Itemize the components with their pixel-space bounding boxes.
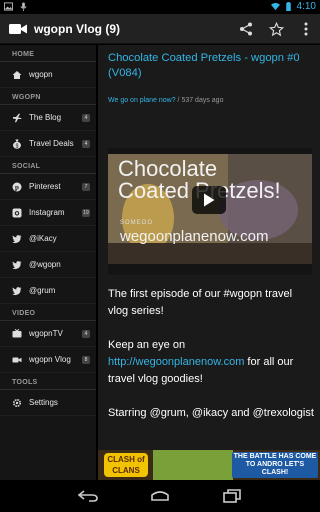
play-icon <box>204 193 215 207</box>
feed-link[interactable]: We go on plane now? <box>108 97 176 104</box>
sidebar-item-label: Travel Deals <box>29 139 74 148</box>
back-icon <box>78 490 98 502</box>
overflow-menu-button[interactable] <box>296 19 316 39</box>
svg-text:$: $ <box>15 143 18 149</box>
video-overlay-site: wegoonplanenow.com <box>120 228 269 245</box>
sidebar-item-label: Instagram <box>29 208 65 217</box>
video-player[interactable]: Chocolate Coated Pretzels! SOMEOO wegoon… <box>108 148 312 275</box>
video-overlay-small: SOMEOO <box>120 220 154 226</box>
play-button[interactable] <box>192 186 226 214</box>
sidebar-item-wgopn[interactable]: wgopn <box>0 62 96 88</box>
post-paragraph: The first episode of our #wgopn travel v… <box>108 288 293 317</box>
action-bar: wgopn Vlog (9) <box>0 14 320 44</box>
instagram-icon <box>11 207 22 218</box>
sidebar-item-label: wgopn Vlog <box>29 355 71 364</box>
count-badge: 4 <box>82 114 90 122</box>
sidebar-item-wgopn-vlog[interactable]: wgopn Vlog 8 <box>0 347 96 373</box>
sidebar-item-instagram[interactable]: Instagram 19 <box>0 200 96 226</box>
post-title: Chocolate Coated Pretzels - wgopn #0 (V0… <box>108 52 300 79</box>
sidebar-item-label: The Blog <box>29 113 62 122</box>
ad-banner[interactable]: CLASH of CLANS THE BATTLE HAS COME TO AN… <box>98 450 320 480</box>
count-badge: 7 <box>82 183 90 191</box>
twitter-icon <box>11 285 22 296</box>
ad-artwork <box>153 450 233 480</box>
sidebar-item-wgopntv[interactable]: wgopnTV 4 <box>0 321 96 347</box>
post-body: The first episode of our #wgopn travel v… <box>108 286 314 439</box>
sidebar-item-label: @iKacy <box>29 234 57 243</box>
home-icon <box>11 69 22 80</box>
recents-button[interactable] <box>220 486 244 506</box>
money-bag-icon: $ <box>11 138 22 149</box>
section-header-wgopn: WGOPN <box>0 91 96 105</box>
share-button[interactable] <box>236 19 256 39</box>
recents-icon <box>223 489 241 503</box>
sidebar-item-label: wgopnTV <box>29 329 63 338</box>
favorite-button[interactable] <box>266 19 286 39</box>
home-icon <box>151 491 169 501</box>
navigation-drawer: HOME wgopn WGOPN The Blog 4 $ Travel Dea… <box>0 45 97 480</box>
section-header-video: VIDEO <box>0 307 96 321</box>
sidebar-item-travel-deals[interactable]: $ Travel Deals 4 <box>0 131 96 157</box>
sidebar-item-pinterest[interactable]: p Pinterest 7 <box>0 174 96 200</box>
status-bar: 4:10 <box>0 0 320 14</box>
ad-headline: THE BATTLE HAS COME TO ANDRO LET'S CLASH… <box>232 452 318 478</box>
twitter-icon <box>11 259 22 270</box>
battery-icon <box>285 2 291 11</box>
sidebar-item-label: @grum <box>29 286 56 295</box>
airplane-icon <box>11 112 22 123</box>
count-badge: 4 <box>82 330 90 338</box>
sidebar-item-label: wgopn <box>29 70 53 79</box>
count-badge: 4 <box>82 140 90 148</box>
sidebar-item-grum[interactable]: @grum <box>0 278 96 304</box>
wifi-icon <box>270 2 280 11</box>
video-camera-icon[interactable] <box>8 21 28 37</box>
svg-text:p: p <box>15 183 19 191</box>
sidebar-item-the-blog[interactable]: The Blog 4 <box>0 105 96 131</box>
sidebar-item-label: Settings <box>29 398 58 407</box>
twitter-icon <box>11 233 22 244</box>
count-badge: 8 <box>82 356 90 364</box>
sidebar-item-ikacy[interactable]: @iKacy <box>0 226 96 252</box>
post-paragraph: Keep an eye on http://wegoonplanenow.com… <box>108 337 314 388</box>
post-age: 537 days ago <box>181 97 224 104</box>
system-nav-bar <box>0 480 320 512</box>
clock: 4:10 <box>296 1 316 12</box>
video-camera-icon <box>11 354 22 365</box>
microphone-icon <box>20 2 27 11</box>
overflow-menu-icon <box>304 22 308 36</box>
count-badge: 19 <box>82 209 90 217</box>
section-header-social: SOCIAL <box>0 160 96 174</box>
paragraph-text: Keep an eye on <box>108 339 186 351</box>
sidebar-item-settings[interactable]: Settings <box>0 390 96 416</box>
page-title: wgopn Vlog (9) <box>34 22 120 36</box>
sidebar-item-label: @wgopn <box>29 260 61 269</box>
ad-logo: CLASH of CLANS <box>104 453 148 477</box>
website-link[interactable]: http://wegoonplanenow.com <box>108 356 244 368</box>
section-header-home: HOME <box>0 48 96 62</box>
home-button[interactable] <box>148 486 172 506</box>
post-meta: We go on plane now? / 537 days ago <box>108 97 223 104</box>
tv-icon <box>11 328 22 339</box>
post-paragraph: Starring @grum, @ikacy and @trexologist <box>108 407 314 419</box>
post-content: Chocolate Coated Pretzels - wgopn #0 (V0… <box>98 45 320 450</box>
gear-icon <box>11 397 22 408</box>
share-icon <box>240 22 252 36</box>
sidebar-item-label: Pinterest <box>29 182 61 191</box>
back-button[interactable] <box>76 486 100 506</box>
pinterest-icon: p <box>11 181 22 192</box>
star-icon <box>268 21 284 36</box>
section-header-tools: TOOLS <box>0 376 96 390</box>
picture-icon <box>4 2 13 11</box>
sidebar-item-wgopn-twitter[interactable]: @wgopn <box>0 252 96 278</box>
